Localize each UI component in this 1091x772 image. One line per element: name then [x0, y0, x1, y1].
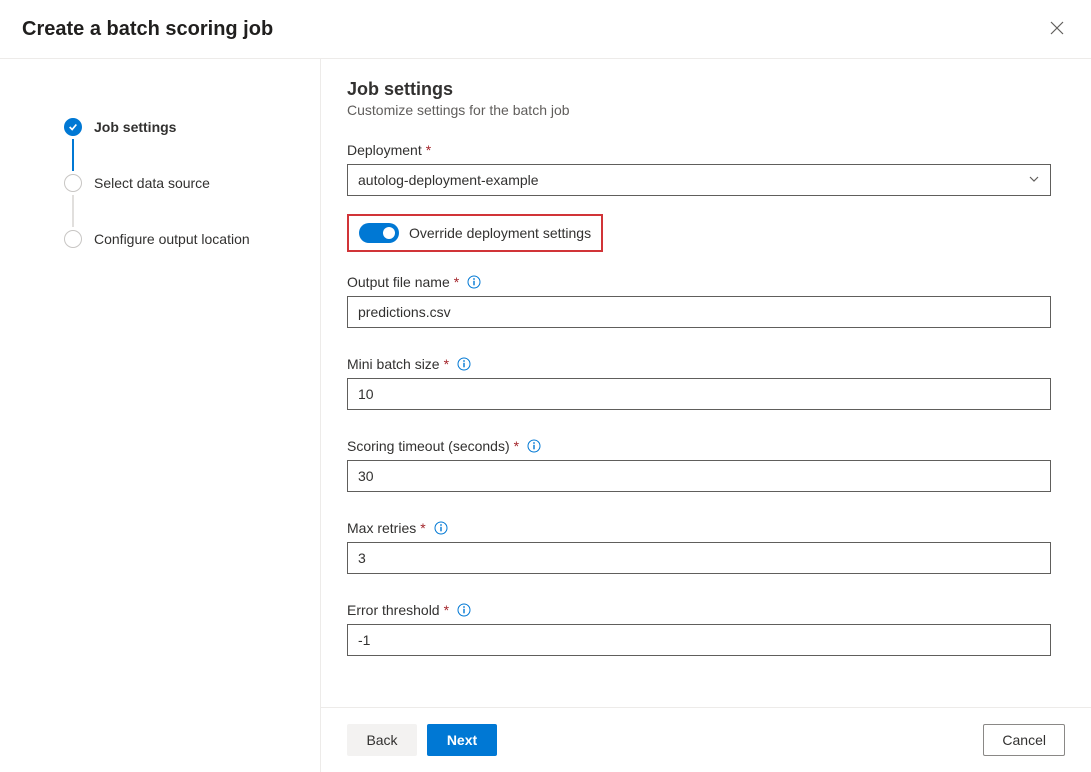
step-label: Configure output location — [94, 231, 250, 247]
required-asterisk: * — [444, 356, 449, 372]
field-scoring-timeout: Scoring timeout (seconds) * — [347, 438, 1051, 492]
field-label: Error threshold * — [347, 602, 1051, 618]
section-heading: Job settings — [347, 79, 1051, 100]
select-value: autolog-deployment-example — [358, 172, 539, 188]
info-icon[interactable] — [467, 275, 481, 289]
section-description: Customize settings for the batch job — [347, 102, 1051, 118]
close-icon[interactable] — [1045, 16, 1069, 40]
step-label: Job settings — [94, 119, 176, 135]
label-text: Deployment — [347, 142, 422, 158]
step-complete-icon — [64, 118, 82, 136]
wizard-footer: Back Next Cancel — [321, 707, 1091, 772]
field-output-file-name: Output file name * — [347, 274, 1051, 328]
field-label: Scoring timeout (seconds) * — [347, 438, 1051, 454]
field-label: Max retries * — [347, 520, 1051, 536]
scoring-timeout-input[interactable] — [347, 460, 1051, 492]
info-icon[interactable] — [457, 603, 471, 617]
required-asterisk: * — [444, 602, 449, 618]
next-button[interactable]: Next — [427, 724, 497, 756]
field-mini-batch-size: Mini batch size * — [347, 356, 1051, 410]
step-job-settings[interactable]: Job settings — [64, 115, 320, 139]
form-column: Job settings Customize settings for the … — [320, 59, 1091, 772]
chevron-down-icon — [1028, 172, 1040, 188]
panel-header: Create a batch scoring job — [0, 0, 1091, 59]
label-text: Error threshold — [347, 602, 440, 618]
step-circle-icon — [64, 174, 82, 192]
wizard-stepper: Job settings Select data source Configur… — [0, 59, 320, 772]
label-text: Output file name — [347, 274, 450, 290]
field-max-retries: Max retries * — [347, 520, 1051, 574]
panel-body: Job settings Select data source Configur… — [0, 59, 1091, 772]
required-asterisk: * — [426, 142, 431, 158]
step-configure-output-location[interactable]: Configure output location — [64, 227, 320, 251]
required-asterisk: * — [514, 438, 519, 454]
label-text: Scoring timeout (seconds) — [347, 438, 510, 454]
step-circle-icon — [64, 230, 82, 248]
output-file-name-input[interactable] — [347, 296, 1051, 328]
panel-title: Create a batch scoring job — [22, 18, 273, 41]
field-deployment: Deployment * autolog-deployment-example — [347, 142, 1051, 196]
label-text: Max retries — [347, 520, 416, 536]
step-connector — [72, 195, 74, 227]
override-label: Override deployment settings — [409, 225, 591, 241]
field-label: Mini batch size * — [347, 356, 1051, 372]
info-icon[interactable] — [434, 521, 448, 535]
info-icon[interactable] — [527, 439, 541, 453]
step-label: Select data source — [94, 175, 210, 191]
step-connector — [72, 139, 74, 171]
form-scroll-region[interactable]: Job settings Customize settings for the … — [321, 59, 1091, 707]
error-threshold-input[interactable] — [347, 624, 1051, 656]
label-text: Mini batch size — [347, 356, 440, 372]
required-asterisk: * — [420, 520, 425, 536]
required-asterisk: * — [454, 274, 459, 290]
info-icon[interactable] — [457, 357, 471, 371]
override-toggle[interactable] — [359, 223, 399, 243]
back-button[interactable]: Back — [347, 724, 417, 756]
field-label: Deployment * — [347, 142, 1051, 158]
field-error-threshold: Error threshold * — [347, 602, 1051, 656]
field-label: Output file name * — [347, 274, 1051, 290]
max-retries-input[interactable] — [347, 542, 1051, 574]
override-deployment-settings-row: Override deployment settings — [347, 214, 603, 252]
step-select-data-source[interactable]: Select data source — [64, 171, 320, 195]
cancel-button[interactable]: Cancel — [983, 724, 1065, 756]
mini-batch-size-input[interactable] — [347, 378, 1051, 410]
deployment-select[interactable]: autolog-deployment-example — [347, 164, 1051, 196]
